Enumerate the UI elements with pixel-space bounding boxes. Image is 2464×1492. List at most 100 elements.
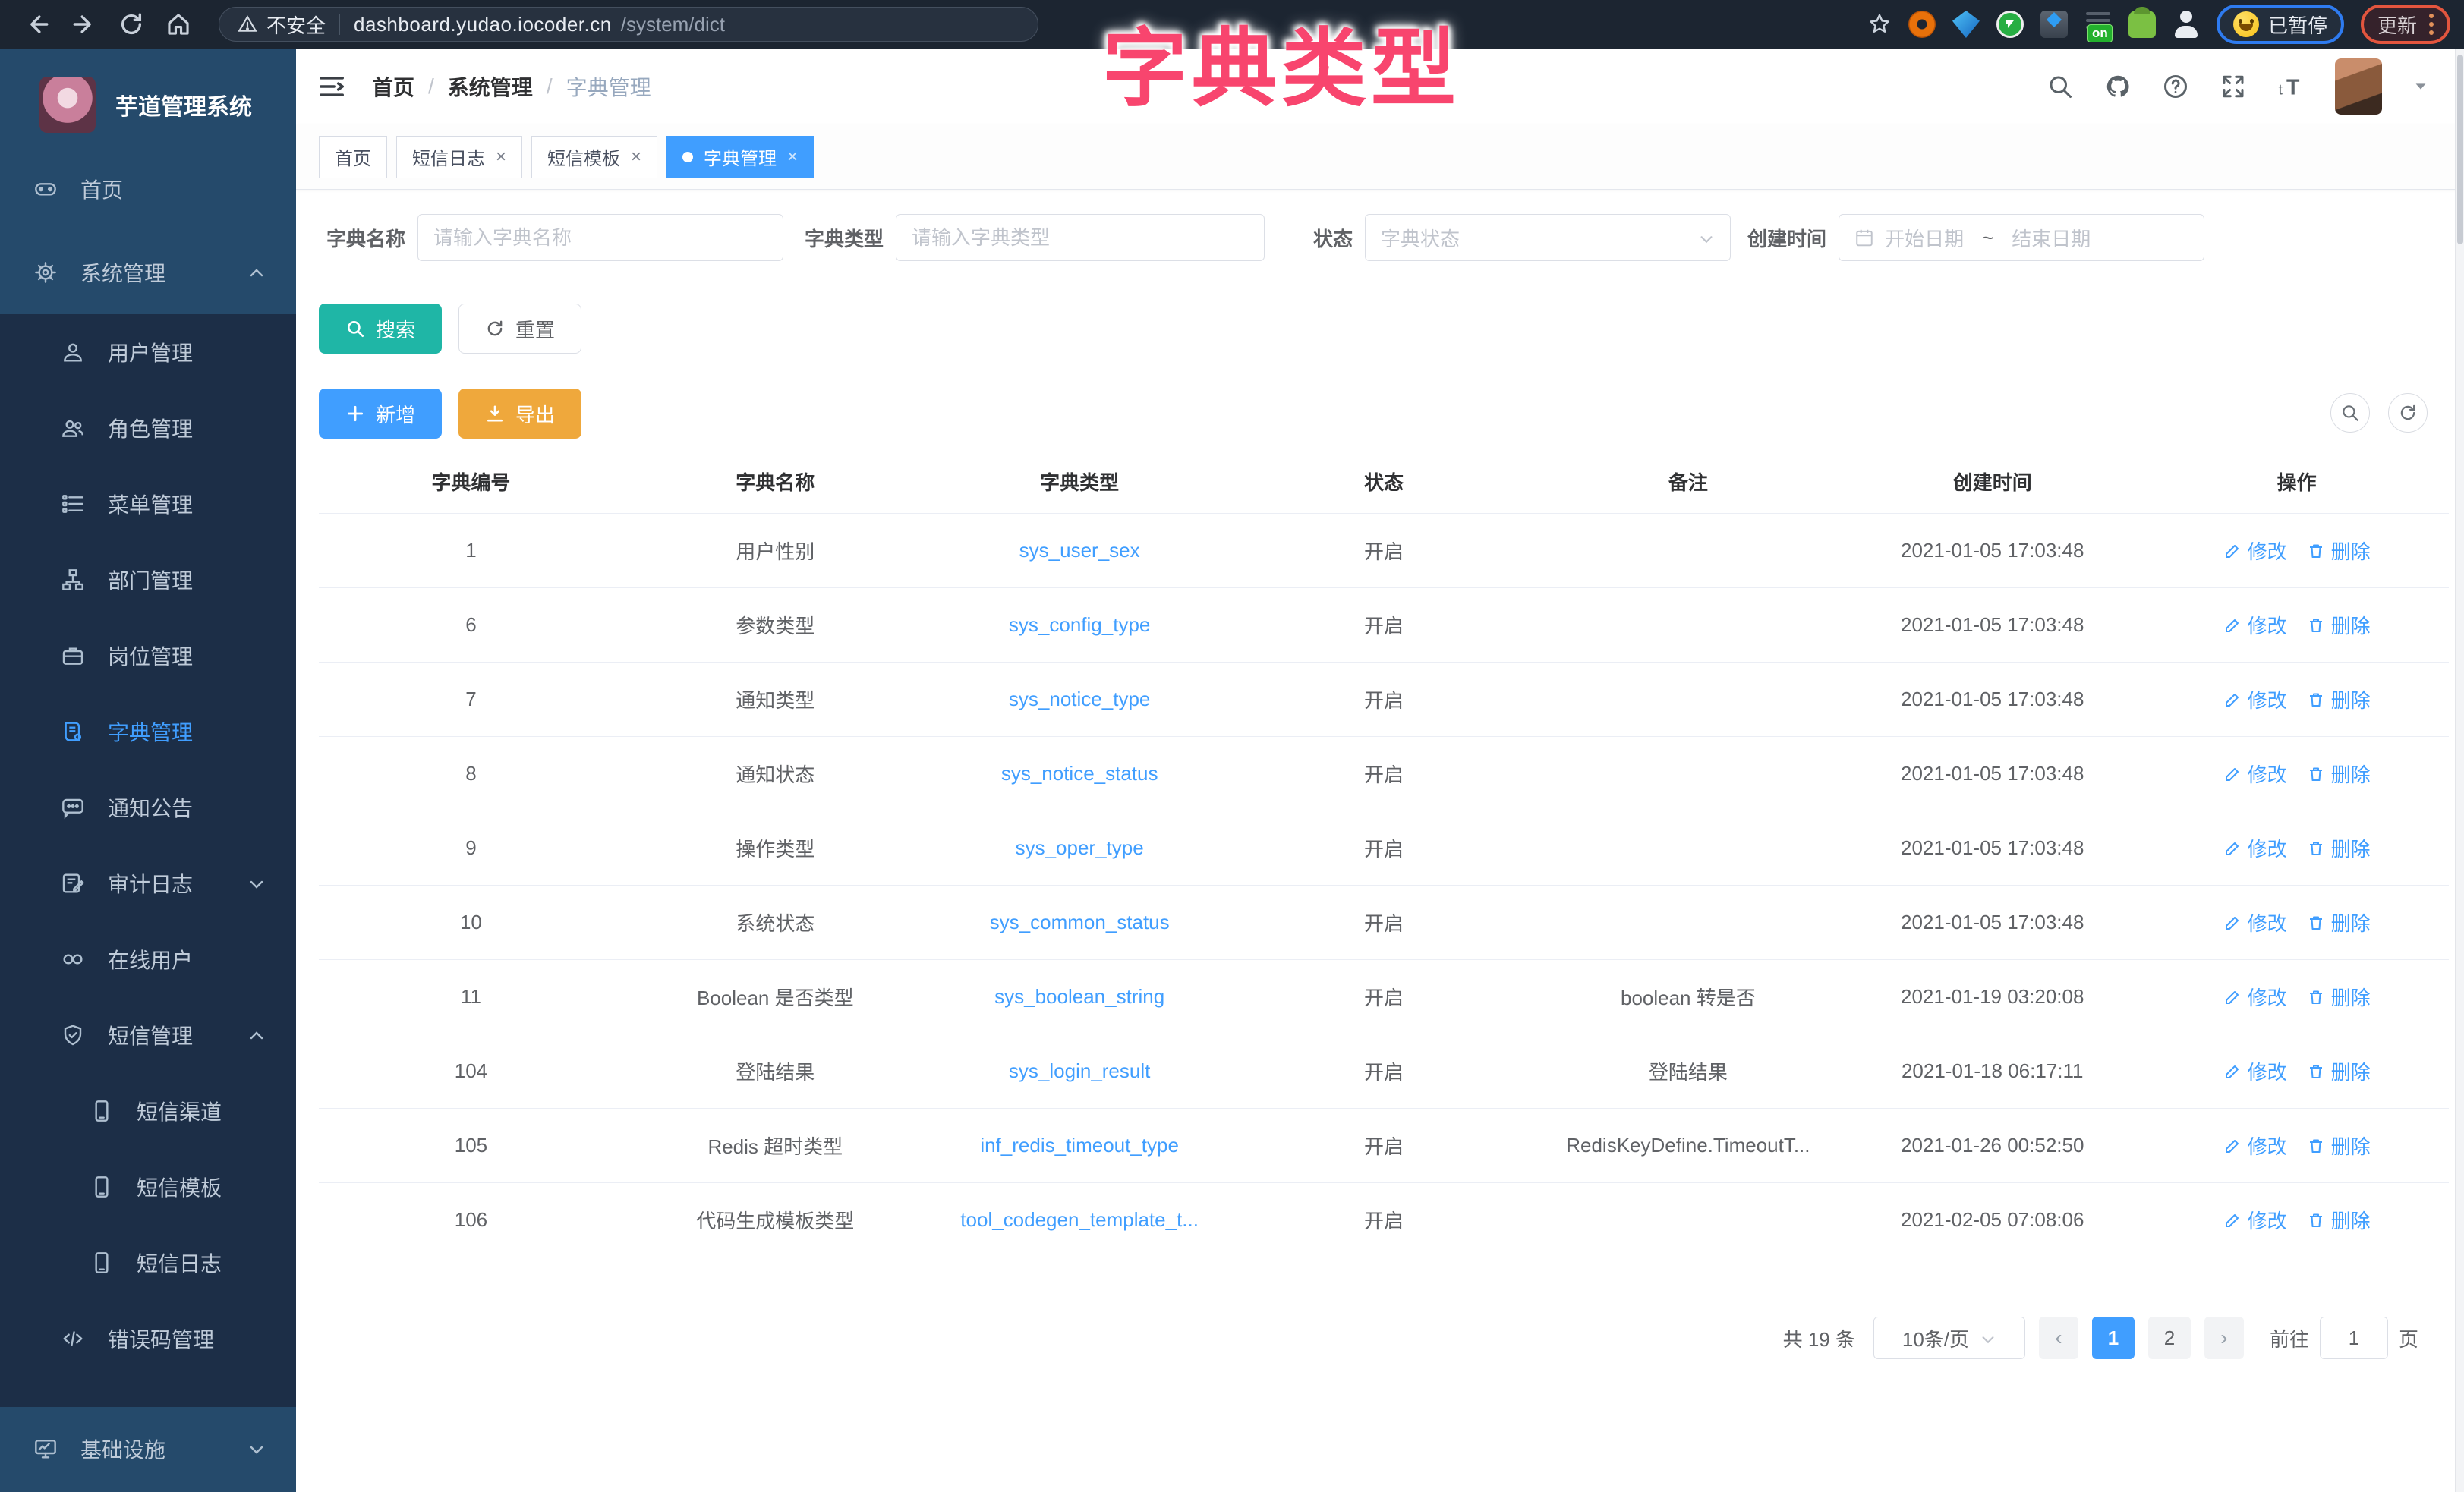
delete-link[interactable]: 删除 (2307, 685, 2371, 713)
sidebar-item-dept-mgmt[interactable]: 部门管理 (0, 542, 296, 618)
close-icon[interactable]: × (631, 146, 641, 168)
breadcrumb-home[interactable]: 首页 (372, 71, 414, 102)
extension-icon[interactable] (1952, 11, 1980, 38)
extension-icon[interactable] (2040, 11, 2068, 38)
extension-icon[interactable] (1996, 11, 2024, 38)
dict-type-link[interactable]: sys_boolean_string (928, 960, 1232, 1034)
goto-page-input[interactable] (2320, 1317, 2388, 1359)
sidebar-item-sms-mgmt[interactable]: 短信管理 (0, 997, 296, 1073)
table-row[interactable]: 104 登陆结果 sys_login_result 开启 登陆结果 2021-0… (319, 1034, 2449, 1109)
extension-icon[interactable]: on (2084, 11, 2112, 38)
reset-button[interactable]: 重置 (458, 304, 581, 354)
github-icon[interactable] (2104, 73, 2132, 100)
dict-name-input[interactable] (417, 214, 783, 261)
close-icon[interactable]: × (496, 146, 506, 168)
delete-link[interactable]: 删除 (2307, 537, 2371, 565)
sidebar-item-error-code[interactable]: 错误码管理 (0, 1301, 296, 1377)
table-row[interactable]: 7 通知类型 sys_notice_type 开启 2021-01-05 17:… (319, 663, 2449, 737)
table-row[interactable]: 105 Redis 超时类型 inf_redis_timeout_type 开启… (319, 1109, 2449, 1183)
edit-link[interactable]: 修改 (2223, 834, 2287, 862)
dict-type-link[interactable]: tool_codegen_template_t... (928, 1183, 1232, 1257)
sidebar-item-sms-log[interactable]: 短信日志 (0, 1225, 296, 1301)
dict-type-link[interactable]: inf_redis_timeout_type (928, 1109, 1232, 1182)
edit-link[interactable]: 修改 (2223, 760, 2287, 788)
edit-link[interactable]: 修改 (2223, 1057, 2287, 1085)
sidebar-item-post-mgmt[interactable]: 岗位管理 (0, 618, 296, 694)
sidebar-item-online-users[interactable]: 在线用户 (0, 921, 296, 997)
dict-type-link[interactable]: sys_user_sex (928, 514, 1232, 587)
sidebar-item-role-mgmt[interactable]: 角色管理 (0, 390, 296, 466)
delete-link[interactable]: 删除 (2307, 1132, 2371, 1160)
back-icon[interactable] (24, 11, 50, 37)
tab-sms-template[interactable]: 短信模板 × (531, 136, 657, 178)
browser-menu-icon[interactable] (2429, 14, 2434, 35)
add-button[interactable]: 新增 (319, 389, 442, 439)
delete-link[interactable]: 删除 (2307, 834, 2371, 862)
table-row[interactable]: 10 系统状态 sys_common_status 开启 2021-01-05 … (319, 886, 2449, 960)
edit-link[interactable]: 修改 (2223, 537, 2287, 565)
toggle-search-button[interactable] (2330, 393, 2370, 433)
edit-link[interactable]: 修改 (2223, 983, 2287, 1011)
table-row[interactable]: 106 代码生成模板类型 tool_codegen_template_t... … (319, 1183, 2449, 1257)
sidebar-item-infrastructure[interactable]: 基础设施 (0, 1407, 296, 1490)
table-row[interactable]: 9 操作类型 sys_oper_type 开启 2021-01-05 17:03… (319, 811, 2449, 886)
sidebar-item-dict-mgmt[interactable]: 字典管理 (0, 694, 296, 770)
page-button-2[interactable]: 2 (2148, 1317, 2191, 1359)
font-size-icon[interactable]: tT (2277, 73, 2305, 100)
page-size-select[interactable]: 10条/页 (1873, 1317, 2025, 1359)
user-menu-caret-icon[interactable] (2412, 78, 2429, 95)
forward-icon[interactable] (71, 11, 97, 37)
tab-sms-log[interactable]: 短信日志 × (396, 136, 522, 178)
delete-link[interactable]: 删除 (2307, 760, 2371, 788)
delete-link[interactable]: 删除 (2307, 611, 2371, 639)
delete-link[interactable]: 删除 (2307, 908, 2371, 936)
table-row[interactable]: 8 通知状态 sys_notice_status 开启 2021-01-05 1… (319, 737, 2449, 811)
app-logo-row[interactable]: 芋道管理系统 (0, 49, 296, 147)
delete-link[interactable]: 删除 (2307, 983, 2371, 1011)
delete-link[interactable]: 删除 (2307, 1057, 2371, 1085)
dict-type-link[interactable]: sys_config_type (928, 588, 1232, 662)
update-button[interactable]: 更新 (2377, 11, 2417, 39)
sidebar-item-audit-log[interactable]: 审计日志 (0, 845, 296, 921)
sidebar-item-sms-channel[interactable]: 短信渠道 (0, 1073, 296, 1149)
extension-icon[interactable] (1908, 11, 1936, 38)
edit-link[interactable]: 修改 (2223, 685, 2287, 713)
sidebar-item-user-mgmt[interactable]: 用户管理 (0, 314, 296, 390)
prev-page-button[interactable]: ‹ (2039, 1317, 2078, 1359)
sidebar-item-notice[interactable]: 通知公告 (0, 770, 296, 845)
page-button-1[interactable]: 1 (2092, 1317, 2135, 1359)
help-icon[interactable] (2162, 73, 2189, 100)
user-avatar[interactable] (2335, 58, 2382, 115)
delete-link[interactable]: 删除 (2307, 1206, 2371, 1234)
refresh-table-button[interactable] (2388, 393, 2428, 433)
profile-paused-chip[interactable]: 已暂停 (2217, 5, 2344, 44)
dict-type-link[interactable]: sys_common_status (928, 886, 1232, 959)
sidebar-item-sms-template[interactable]: 短信模板 (0, 1149, 296, 1225)
sidebar-item-home[interactable]: 首页 (0, 147, 296, 231)
next-page-button[interactable]: › (2204, 1317, 2244, 1359)
table-row[interactable]: 1 用户性别 sys_user_sex 开启 2021-01-05 17:03:… (319, 514, 2449, 588)
tab-dict-mgmt[interactable]: 字典管理 × (666, 136, 814, 178)
edit-link[interactable]: 修改 (2223, 1206, 2287, 1234)
edit-link[interactable]: 修改 (2223, 1132, 2287, 1160)
dict-type-link[interactable]: sys_notice_status (928, 737, 1232, 811)
reload-icon[interactable] (118, 11, 144, 37)
dict-type-input[interactable] (896, 214, 1265, 261)
sidebar-item-menu-mgmt[interactable]: 菜单管理 (0, 466, 296, 542)
bookmark-star-icon[interactable] (1867, 12, 1892, 36)
dict-type-link[interactable]: sys_notice_type (928, 663, 1232, 736)
table-row[interactable]: 6 参数类型 sys_config_type 开启 2021-01-05 17:… (319, 588, 2449, 663)
search-icon[interactable] (2047, 73, 2074, 100)
date-range-picker[interactable]: 开始日期 ~ 结束日期 (1839, 214, 2204, 261)
home-icon[interactable] (165, 11, 191, 37)
tab-home[interactable]: 首页 (319, 136, 387, 178)
status-select[interactable]: 字典状态 (1365, 214, 1731, 261)
extension-icon[interactable] (2128, 11, 2156, 38)
extension-icon[interactable] (2173, 11, 2200, 38)
export-button[interactable]: 导出 (458, 389, 581, 439)
sidebar-item-system[interactable]: 系统管理 (0, 231, 296, 314)
close-icon[interactable]: × (787, 146, 798, 168)
address-bar[interactable]: 不安全 dashboard.yudao.iocoder.cn/system/di… (219, 7, 1038, 42)
dict-type-link[interactable]: sys_oper_type (928, 811, 1232, 885)
scrollbar-thumb[interactable] (2457, 55, 2463, 244)
